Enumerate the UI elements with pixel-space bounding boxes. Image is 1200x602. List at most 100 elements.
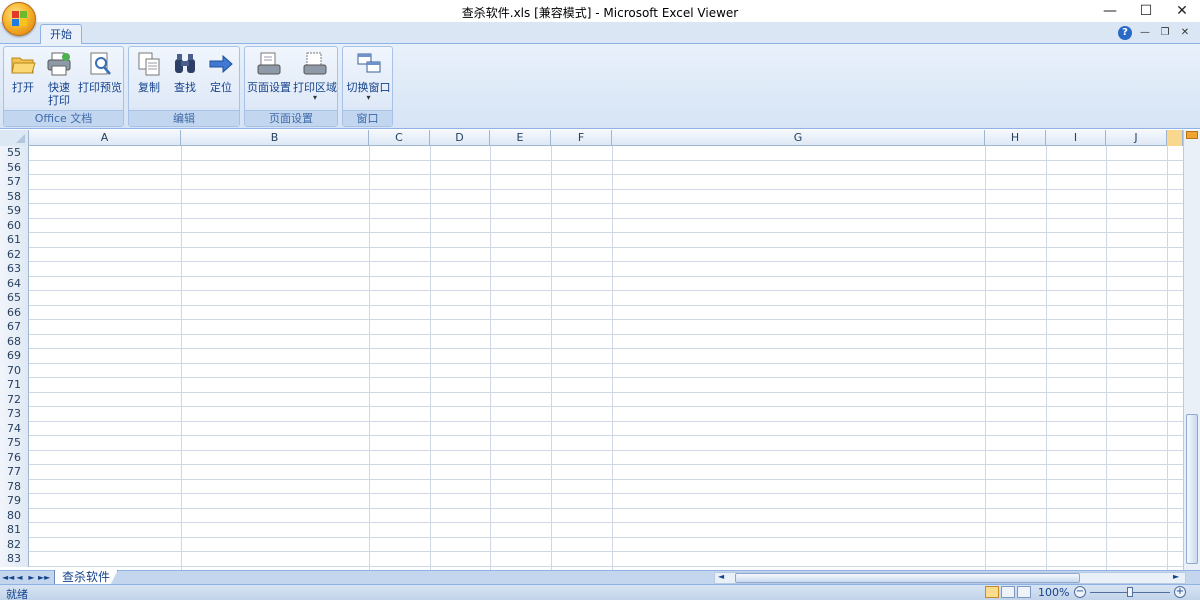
row-header[interactable]: 67 xyxy=(0,320,29,335)
row-header[interactable]: 64 xyxy=(0,276,29,291)
zoom-in-button[interactable]: + xyxy=(1174,586,1186,598)
ribbon: 打开 快速 打印 打印预览 Office 文档 复制 查找 定位 编辑 页面设置… xyxy=(0,44,1200,129)
workbook-minimize-button[interactable]: — xyxy=(1138,26,1152,40)
column-header-f[interactable]: F xyxy=(551,130,612,146)
workbook-close-button[interactable]: ✕ xyxy=(1178,26,1192,40)
sheet-tab[interactable]: 查杀软件 xyxy=(54,570,118,585)
table-row: 57 xyxy=(0,175,1200,190)
row-header[interactable]: 72 xyxy=(0,392,29,407)
column-header-j[interactable]: J xyxy=(1106,130,1167,146)
row-header[interactable]: 60 xyxy=(0,218,29,233)
first-sheet-button[interactable]: ◄◄ xyxy=(2,571,14,584)
status-bar: 就绪 100% − + xyxy=(0,584,1200,601)
column-header-e[interactable]: E xyxy=(490,130,551,146)
row-header[interactable]: 76 xyxy=(0,450,29,465)
column-header-row: A B C D E F G H I J xyxy=(0,130,1200,146)
row-header[interactable]: 82 xyxy=(0,537,29,552)
group-office-documents: 打开 快速 打印 打印预览 Office 文档 xyxy=(3,46,124,127)
row-header[interactable]: 69 xyxy=(0,349,29,364)
table-row: 71 xyxy=(0,378,1200,393)
table-row: 72 xyxy=(0,392,1200,407)
office-button[interactable] xyxy=(2,2,36,36)
row-header[interactable]: 77 xyxy=(0,465,29,480)
column-header-k[interactable] xyxy=(1167,130,1183,146)
row-header[interactable]: 70 xyxy=(0,363,29,378)
help-icon[interactable]: ? xyxy=(1118,26,1132,40)
split-handle[interactable] xyxy=(1186,131,1198,139)
workbook-restore-button[interactable]: ❐ xyxy=(1158,26,1172,40)
zoom-out-button[interactable]: − xyxy=(1074,586,1086,598)
print-area-button[interactable]: 打印区域 ▾ xyxy=(293,49,337,102)
scroll-left-icon[interactable]: ◄ xyxy=(718,572,728,581)
close-button[interactable]: ✕ xyxy=(1164,0,1200,22)
next-sheet-button[interactable]: ► xyxy=(26,571,37,584)
quick-print-button[interactable]: 快速 打印 xyxy=(42,49,76,107)
row-header[interactable]: 57 xyxy=(0,175,29,190)
table-row: 77 xyxy=(0,465,1200,480)
arrow-right-icon xyxy=(208,51,234,77)
open-button[interactable]: 打开 xyxy=(8,49,38,94)
last-sheet-button[interactable]: ►► xyxy=(38,571,50,584)
tab-home[interactable]: 开始 xyxy=(40,24,82,45)
column-header-h[interactable]: H xyxy=(985,130,1046,146)
binoculars-icon xyxy=(172,51,198,77)
ribbon-tab-bar: 开始 ? — ❐ ✕ xyxy=(0,22,1200,45)
row-header[interactable]: 74 xyxy=(0,421,29,436)
row-header[interactable]: 58 xyxy=(0,189,29,204)
column-header-c[interactable]: C xyxy=(369,130,430,146)
table-row: 78 xyxy=(0,479,1200,494)
zoom-level[interactable]: 100% xyxy=(1038,586,1069,599)
scroll-right-icon[interactable]: ► xyxy=(1173,572,1183,581)
table-row: 74 xyxy=(0,421,1200,436)
column-header-d[interactable]: D xyxy=(430,130,490,146)
zoom-slider[interactable] xyxy=(1090,587,1170,597)
row-header[interactable]: 68 xyxy=(0,334,29,349)
column-header-b[interactable]: B xyxy=(181,130,369,146)
select-all-button[interactable] xyxy=(0,130,29,146)
row-header[interactable]: 56 xyxy=(0,160,29,175)
horizontal-scroll-thumb[interactable] xyxy=(735,573,1080,583)
row-header[interactable]: 62 xyxy=(0,247,29,262)
title-bar: 查杀软件.xls [兼容模式] - Microsoft Excel Viewer… xyxy=(0,0,1200,24)
prev-sheet-button[interactable]: ◄ xyxy=(14,571,25,584)
page-layout-view-button[interactable] xyxy=(1001,586,1015,598)
page-setup-button[interactable]: 页面设置 xyxy=(247,49,291,94)
column-header-g[interactable]: G xyxy=(612,130,985,146)
table-row: 79 xyxy=(0,494,1200,509)
row-header[interactable]: 66 xyxy=(0,305,29,320)
column-header-i[interactable]: I xyxy=(1046,130,1106,146)
table-row: 67 xyxy=(0,320,1200,335)
row-header[interactable]: 73 xyxy=(0,407,29,422)
table-row: 76 xyxy=(0,450,1200,465)
row-header[interactable]: 71 xyxy=(0,378,29,393)
page-break-view-button[interactable] xyxy=(1017,586,1031,598)
vertical-scroll-thumb[interactable] xyxy=(1186,414,1198,564)
row-header[interactable]: 61 xyxy=(0,233,29,248)
row-header[interactable]: 75 xyxy=(0,436,29,451)
switch-window-button[interactable]: 切换窗口 ▾ xyxy=(345,49,392,102)
print-preview-button[interactable]: 打印预览 xyxy=(78,49,122,94)
minimize-button[interactable]: — xyxy=(1092,0,1128,22)
goto-button[interactable]: 定位 xyxy=(205,49,237,94)
row-header[interactable]: 65 xyxy=(0,291,29,306)
row-header[interactable]: 83 xyxy=(0,552,29,567)
zoom-slider-knob[interactable] xyxy=(1127,587,1133,597)
table-row: 80 xyxy=(0,508,1200,523)
row-header[interactable]: 59 xyxy=(0,204,29,219)
table-row: 55 xyxy=(0,146,1200,161)
row-header[interactable]: 81 xyxy=(0,523,29,538)
row-header[interactable]: 79 xyxy=(0,494,29,509)
row-header[interactable]: 63 xyxy=(0,262,29,277)
horizontal-scrollbar[interactable]: ◄ ► xyxy=(714,572,1186,584)
find-button[interactable]: 查找 xyxy=(169,49,201,94)
maximize-button[interactable]: ☐ xyxy=(1128,0,1164,22)
row-header[interactable]: 78 xyxy=(0,479,29,494)
column-header-a[interactable]: A xyxy=(29,130,181,146)
table-row: 68 xyxy=(0,334,1200,349)
vertical-scrollbar[interactable] xyxy=(1183,130,1200,570)
row-header[interactable]: 80 xyxy=(0,508,29,523)
row-header[interactable]: 55 xyxy=(0,146,29,161)
normal-view-button[interactable] xyxy=(985,586,999,598)
copy-button[interactable]: 复制 xyxy=(133,49,165,94)
worksheet-grid[interactable]: A B C D E F G H I J 55 56 57 58 59 60 61 62 63 64… xyxy=(0,130,1200,570)
